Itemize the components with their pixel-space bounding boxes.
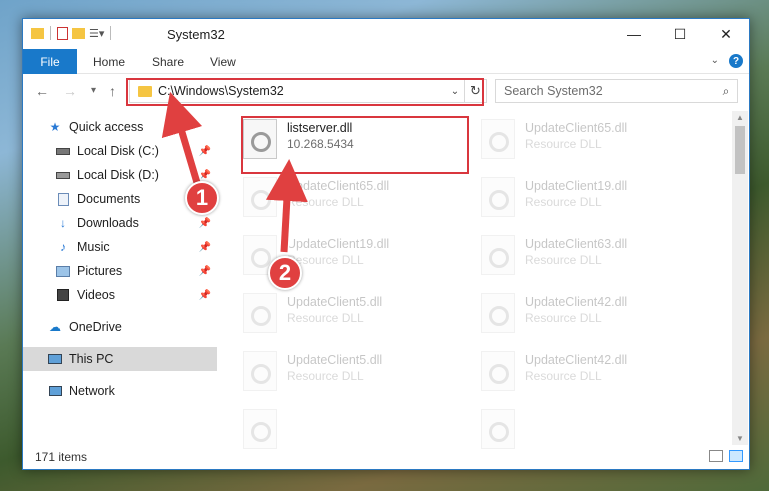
arrow-to-address-bar	[161, 91, 203, 187]
step-1-badge: 1	[185, 181, 219, 215]
arrow-to-file	[265, 159, 308, 253]
step-2-badge: 2	[268, 256, 302, 290]
annotation-arrows	[161, 91, 308, 253]
